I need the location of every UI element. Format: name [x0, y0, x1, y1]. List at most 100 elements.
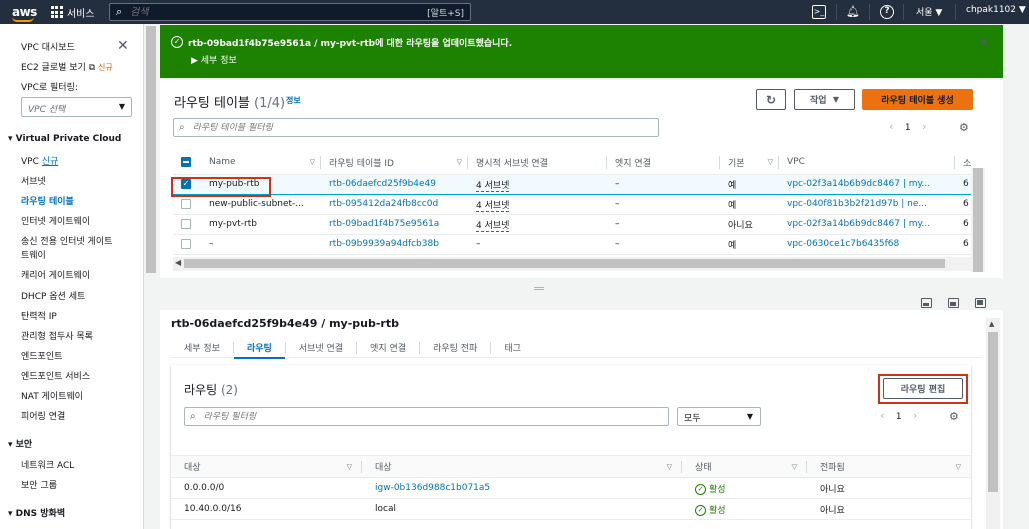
sidebar-item-peering[interactable]: 피어링 연결 [21, 409, 65, 422]
row-checkbox[interactable] [181, 198, 191, 209]
page-number[interactable]: 1 [896, 412, 902, 422]
routes-select[interactable]: 모두 [677, 407, 761, 426]
row-checkbox[interactable] [181, 218, 191, 229]
detail-vertical-scrollbar[interactable]: ▲ [986, 318, 1000, 529]
vpc-link[interactable]: vpc-040f81b3b2f21d97b | ne... [787, 199, 927, 209]
column-header-subnet[interactable]: 명시적 서브넷 연결 [468, 151, 607, 175]
sort-icon[interactable]: ▽ [792, 463, 797, 471]
scroll-up-icon[interactable]: ▲ [989, 320, 994, 328]
horizontal-scrollbar[interactable]: ◀ ▶ [173, 257, 983, 271]
global-search-input[interactable] [130, 6, 421, 18]
gear-icon[interactable]: ⚙ [959, 121, 969, 134]
services-menu[interactable]: 서비스 [67, 5, 95, 20]
table-row[interactable]: – rtb-09b9939a94dfcb38b – – 예 vpc-0630ce… [173, 234, 983, 255]
chevron-left-icon[interactable]: ‹ [889, 120, 893, 133]
sidebar-item-vpc[interactable]: VPC 신규 [21, 154, 58, 167]
column-header-vpc[interactable]: VPC [779, 151, 955, 175]
cloudshell-icon[interactable]: >_ [812, 5, 826, 19]
column-header-main[interactable]: 기본 ▽ [720, 151, 779, 175]
routes-filter-input[interactable] [203, 411, 639, 422]
select-all-checkbox[interactable] [181, 157, 191, 167]
sidebar-item-egress-only-igw-cont[interactable]: 트웨이 [21, 248, 46, 261]
tab-tags[interactable]: 태그 [491, 337, 534, 357]
table-row[interactable]: new-public-subnet-... rtb-095412da24fb8c… [173, 194, 983, 215]
sidebar-section-security[interactable]: 보안 [8, 437, 33, 450]
tab-routes[interactable]: 라우팅 [233, 337, 285, 359]
sidebar-scrollbar[interactable] [144, 24, 158, 529]
refresh-button[interactable]: ↻ [756, 89, 786, 110]
tab-edge-associations[interactable]: 엣지 연결 [357, 337, 419, 357]
region-selector[interactable]: 서울 ▼ [916, 5, 942, 18]
sidebar-item-carrier-gateways[interactable]: 캐리어 게이트웨이 [21, 268, 90, 281]
close-icon[interactable]: ✕ [117, 38, 129, 54]
panel-full-icon[interactable] [975, 298, 986, 308]
sort-icon[interactable]: ▽ [457, 158, 462, 166]
column-header-target[interactable]: 대상 ▽ [362, 455, 682, 478]
scrollbar-thumb[interactable] [988, 332, 998, 492]
sidebar-item-route-tables[interactable]: 라우팅 테이블 [21, 194, 74, 207]
routes-filter[interactable]: ⌕ [184, 407, 669, 426]
banner-details-toggle[interactable]: ▶ 세부 정보 [191, 53, 237, 66]
create-route-table-button[interactable]: 라우팅 테이블 생성 [862, 89, 973, 110]
sort-icon[interactable]: ▽ [956, 463, 961, 471]
sidebar-section-dns-firewall[interactable]: DNS 방화벽 [8, 506, 65, 519]
page-number[interactable]: 1 [905, 123, 911, 133]
route-table-id-link[interactable]: rtb-09bad1f4b75e9561a [329, 219, 439, 229]
route-table-id-link[interactable]: rtb-095412da24fb8cc0d [329, 199, 438, 209]
tab-subnet-associations[interactable]: 서브넷 연결 [286, 337, 356, 357]
column-header-name[interactable]: Name ▽ [201, 151, 321, 175]
account-menu[interactable]: chpak1102 ▼ [966, 5, 1026, 15]
route-table-filter-input[interactable] [192, 122, 629, 133]
sidebar-item-endpoints[interactable]: 엔드포인트 [21, 349, 62, 362]
cell-subnets[interactable]: 4 서브넷 [476, 200, 510, 212]
sidebar-item-endpoint-services[interactable]: 엔드포인트 서비스 [21, 369, 90, 382]
sort-icon[interactable]: ▽ [768, 158, 773, 166]
sidebar-section-vpc[interactable]: Virtual Private Cloud [8, 134, 122, 144]
sort-icon[interactable]: ▽ [347, 463, 352, 471]
close-icon[interactable]: ✕ [979, 35, 989, 49]
table-vertical-scrollbar[interactable] [971, 168, 985, 272]
sidebar-item-egress-only-igw[interactable]: 송신 전용 인터넷 게이트 [21, 234, 112, 247]
sidebar-item-internet-gateways[interactable]: 인터넷 게이트웨이 [21, 214, 90, 227]
info-link[interactable]: 정보 [286, 95, 301, 106]
scrollbar-thumb[interactable] [146, 26, 156, 273]
sidebar-item-network-acls[interactable]: 네트워크 ACL [21, 458, 74, 471]
scroll-left-icon[interactable]: ◀ [175, 258, 181, 267]
cell-subnets[interactable]: 4 서브넷 [476, 220, 510, 232]
sidebar-item-dhcp-options[interactable]: DHCP 옵션 세트 [21, 289, 85, 302]
route-table-id-link[interactable]: rtb-06daefcd25f9b4e49 [329, 179, 436, 189]
services-grid-icon[interactable] [50, 6, 63, 18]
vpc-link[interactable]: vpc-0630ce1c7b6435f68 [787, 239, 899, 249]
column-header-status[interactable]: 상태 ▽ [682, 455, 807, 478]
select-all-header[interactable] [173, 151, 201, 175]
split-panel-divider[interactable] [160, 282, 1003, 296]
aws-logo[interactable]: aws [12, 5, 37, 22]
table-row[interactable]: ✓ my-pub-rtb rtb-06daefcd25f9b4e49 4 서브넷… [173, 173, 983, 195]
scrollbar-thumb[interactable] [184, 259, 945, 268]
tab-route-propagation[interactable]: 라우팅 전파 [420, 337, 490, 357]
chevron-right-icon[interactable]: › [913, 409, 917, 422]
panel-bottom-icon[interactable] [921, 298, 932, 308]
sidebar-item-security-groups[interactable]: 보안 그룹 [21, 478, 57, 491]
drag-handle[interactable] [534, 287, 544, 290]
sort-icon[interactable]: ▽ [310, 158, 315, 166]
help-icon[interactable]: ? [880, 5, 894, 19]
sidebar-item-prefix-lists[interactable]: 관리형 접두사 목록 [21, 329, 93, 342]
sort-icon[interactable]: ▽ [667, 463, 672, 471]
target-link[interactable]: igw-0b136d988c1b071a5 [375, 483, 490, 493]
vpc-filter-select[interactable]: VPC 선택 [21, 97, 132, 117]
sidebar-item-elastic-ips[interactable]: 탄력적 IP [21, 309, 57, 322]
route-table-id-link[interactable]: rtb-09b9939a94dfcb38b [329, 239, 439, 249]
sidebar-item-vpc-dashboard[interactable]: VPC 대시보드 [21, 40, 75, 53]
sidebar-item-nat-gateways[interactable]: NAT 게이트웨이 [21, 389, 83, 402]
column-header-id[interactable]: 라우팅 테이블 ID ▽ [321, 151, 468, 175]
bell-icon[interactable]: 🔔︎ [846, 5, 860, 19]
column-header-propagated[interactable]: 전파됨 ▽ [807, 455, 971, 478]
chevron-right-icon[interactable]: › [922, 120, 926, 133]
row-checkbox[interactable] [181, 238, 191, 249]
chevron-left-icon[interactable]: ‹ [880, 409, 884, 422]
gear-icon[interactable]: ⚙ [949, 410, 959, 423]
scrollbar-thumb[interactable] [973, 168, 983, 272]
cell-subnets[interactable]: 4 서브넷 [476, 180, 510, 192]
actions-button[interactable]: 작업 ▼ [794, 89, 855, 110]
